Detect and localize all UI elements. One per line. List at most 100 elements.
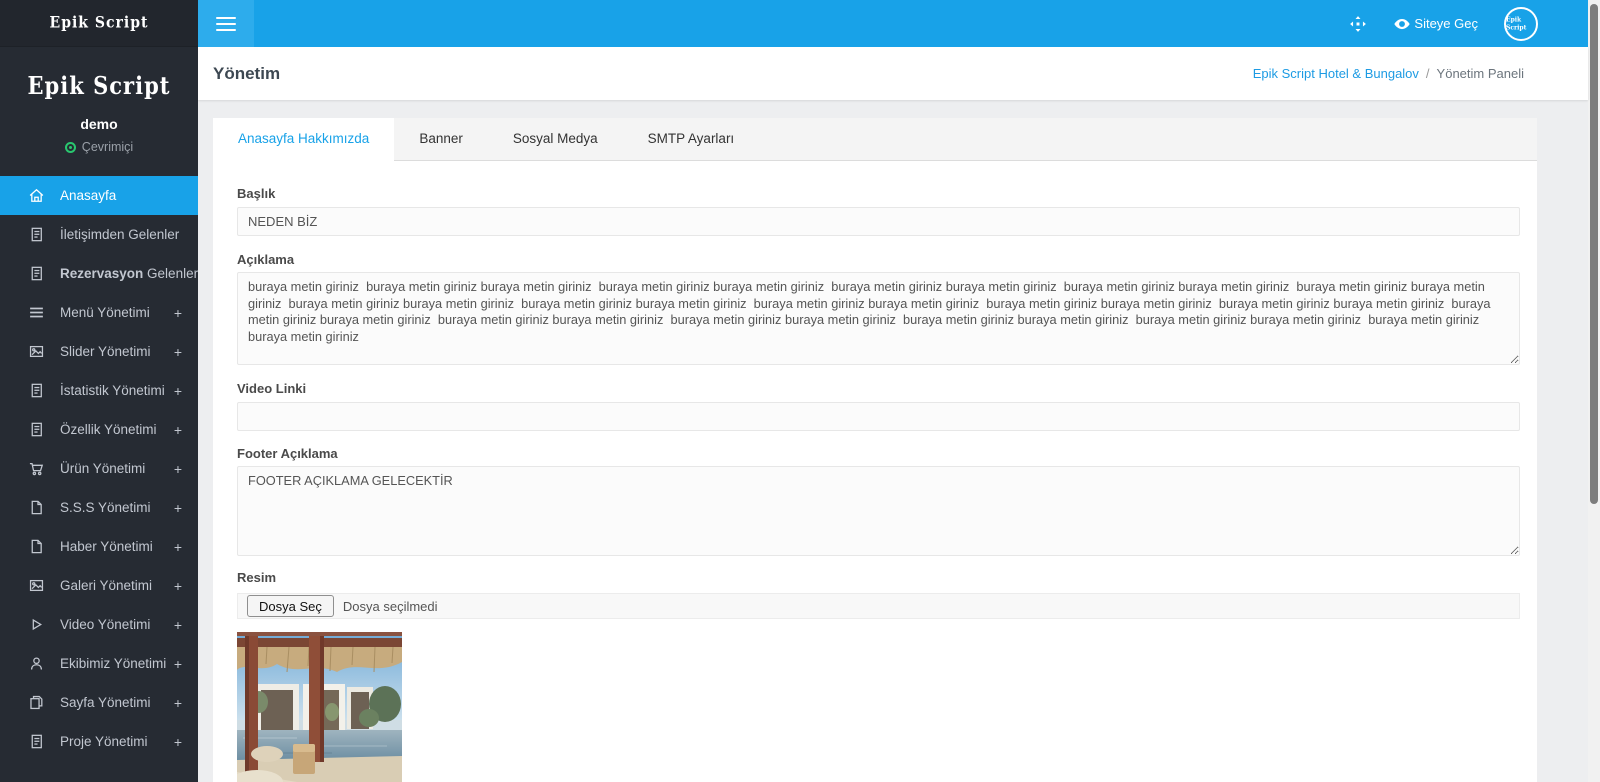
sidebar-item-label: Menü Yönetimi bbox=[60, 305, 174, 320]
expand-plus-icon[interactable]: + bbox=[174, 500, 182, 516]
breadcrumb-link[interactable]: Epik Script Hotel & Bungalov bbox=[1253, 66, 1419, 81]
fullscreen-arrows-icon[interactable] bbox=[1349, 15, 1367, 33]
tab-anasayfa-hakk-m-zda[interactable]: Anasayfa Hakkımızda bbox=[213, 118, 394, 161]
sidebar-item[interactable]: Proje Yönetimi+ bbox=[0, 722, 198, 761]
resort-pool-photo bbox=[237, 632, 402, 782]
sidebar-brand[interactable]: Epik Script bbox=[0, 0, 198, 47]
file-icon bbox=[27, 499, 45, 517]
menu-lines-icon bbox=[27, 304, 45, 322]
expand-plus-icon[interactable]: + bbox=[174, 617, 182, 633]
sidebar-item[interactable]: İletişimden Gelenler bbox=[0, 215, 198, 254]
expand-plus-icon[interactable]: + bbox=[174, 422, 182, 438]
sidebar-item[interactable]: Rezervasyon Gelenler bbox=[0, 254, 198, 293]
sidebar-item[interactable]: Anasayfa bbox=[0, 176, 198, 215]
expand-plus-icon[interactable]: + bbox=[174, 344, 182, 360]
image-field-label: Resim bbox=[237, 570, 1520, 585]
online-ring-icon bbox=[65, 142, 76, 153]
image-icon bbox=[27, 577, 45, 595]
profile-username: demo bbox=[0, 116, 198, 132]
note-icon bbox=[27, 733, 45, 751]
video-link-field-input[interactable] bbox=[237, 402, 1520, 431]
cart-icon bbox=[27, 460, 45, 478]
note-icon bbox=[27, 421, 45, 439]
expand-plus-icon[interactable]: + bbox=[174, 305, 182, 321]
eye-icon bbox=[1393, 15, 1411, 33]
brand-logo-text: Epik Script bbox=[50, 14, 149, 32]
hamburger-bars bbox=[216, 13, 236, 35]
topbar-right: Siteye Geç Epik Script bbox=[1349, 7, 1588, 41]
sidebar-item-label: Video Yönetimi bbox=[60, 617, 174, 632]
content-area: Anasayfa HakkımızdaBannerSosyal MedyaSMT… bbox=[198, 100, 1588, 782]
play-icon bbox=[27, 616, 45, 634]
file-icon bbox=[27, 538, 45, 556]
sidebar-item[interactable]: S.S.S Yönetimi+ bbox=[0, 488, 198, 527]
page-scrollbar[interactable] bbox=[1588, 0, 1600, 782]
sidebar-profile: Epik Script demo Çevrimiçi bbox=[0, 47, 198, 172]
sidebar-item[interactable]: Sayfa Yönetimi+ bbox=[0, 683, 198, 722]
tab-banner[interactable]: Banner bbox=[394, 118, 488, 161]
sidebar-item-label: Özellik Yönetimi bbox=[60, 422, 174, 437]
footer-description-field-textarea[interactable]: FOOTER AÇIKLAMA GELECEKTİR bbox=[237, 466, 1520, 556]
expand-plus-icon[interactable]: + bbox=[174, 656, 182, 672]
image-icon bbox=[27, 343, 45, 361]
description-field-label: Açıklama bbox=[237, 252, 1520, 267]
profile-logo-text: Epik Script bbox=[0, 71, 198, 100]
sidebar: Epik Script Epik Script demo Çevrimiçi A… bbox=[0, 0, 198, 782]
settings-form: Başlık Açıklama buraya metin giriniz bur… bbox=[213, 161, 1537, 782]
profile-status: Çevrimiçi bbox=[0, 140, 198, 154]
description-field-textarea[interactable]: buraya metin giriniz buraya metin girini… bbox=[237, 272, 1520, 365]
breadcrumb: Epik Script Hotel & Bungalov / Yönetim P… bbox=[1253, 66, 1524, 81]
video-link-field-label: Video Linki bbox=[237, 381, 1520, 396]
sidebar-item[interactable]: Galeri Yönetimi+ bbox=[0, 566, 198, 605]
title-field-label: Başlık bbox=[237, 186, 1520, 201]
tab-strip: Anasayfa HakkımızdaBannerSosyal MedyaSMT… bbox=[213, 118, 1537, 161]
file-input-row: Dosya Seç Dosya seçilmedi bbox=[237, 593, 1520, 619]
avatar[interactable]: Epik Script bbox=[1504, 7, 1538, 41]
topbar: Siteye Geç Epik Script bbox=[198, 0, 1588, 47]
breadcrumb-separator: / bbox=[1426, 66, 1430, 81]
pages-icon bbox=[27, 694, 45, 712]
expand-plus-icon[interactable]: + bbox=[174, 695, 182, 711]
note-icon bbox=[27, 382, 45, 400]
user-icon bbox=[27, 655, 45, 673]
sidebar-nav: Anasayfa İletişimden Gelenler Rezervasyon … bbox=[0, 176, 198, 761]
sidebar-item[interactable]: Menü Yönetimi+ bbox=[0, 293, 198, 332]
expand-plus-icon[interactable]: + bbox=[174, 461, 182, 477]
settings-card: Anasayfa HakkımızdaBannerSosyal MedyaSMT… bbox=[213, 118, 1537, 782]
footer-description-field-label: Footer Açıklama bbox=[237, 446, 1520, 461]
sidebar-item[interactable]: Video Yönetimi+ bbox=[0, 605, 198, 644]
hamburger-icon[interactable] bbox=[198, 0, 254, 47]
note-icon bbox=[27, 226, 45, 244]
sidebar-item-label: Anasayfa bbox=[60, 188, 182, 203]
tab-smtp-ayarlar-[interactable]: SMTP Ayarları bbox=[623, 118, 760, 161]
sidebar-item[interactable]: Ekibimiz Yönetimi+ bbox=[0, 644, 198, 683]
sidebar-item-label: Sayfa Yönetimi bbox=[60, 695, 174, 710]
sidebar-item-label: İletişimden Gelenler bbox=[60, 227, 182, 242]
no-file-chosen-label: Dosya seçilmedi bbox=[343, 599, 438, 614]
expand-plus-icon[interactable]: + bbox=[174, 734, 182, 750]
avatar-logo-text: Epik Script bbox=[1506, 15, 1536, 31]
note-icon bbox=[27, 265, 45, 283]
scrollbar-thumb[interactable] bbox=[1590, 4, 1598, 504]
sidebar-item[interactable]: Slider Yönetimi+ bbox=[0, 332, 198, 371]
sidebar-item-label: Slider Yönetimi bbox=[60, 344, 174, 359]
sidebar-item[interactable]: İstatistik Yönetimi+ bbox=[0, 371, 198, 410]
visit-site-button[interactable]: Siteye Geç bbox=[1393, 15, 1478, 33]
sidebar-item[interactable]: Ürün Yönetimi+ bbox=[0, 449, 198, 488]
sidebar-item-label: Rezervasyon Gelenler bbox=[60, 266, 198, 281]
tab-sosyal-medya[interactable]: Sosyal Medya bbox=[488, 118, 623, 161]
sidebar-item-label: Haber Yönetimi bbox=[60, 539, 174, 554]
breadcrumb-current: Yönetim Paneli bbox=[1437, 66, 1524, 81]
sidebar-item-label: Proje Yönetimi bbox=[60, 734, 174, 749]
expand-plus-icon[interactable]: + bbox=[174, 578, 182, 594]
visit-site-label: Siteye Geç bbox=[1414, 16, 1478, 31]
expand-plus-icon[interactable]: + bbox=[174, 539, 182, 555]
expand-plus-icon[interactable]: + bbox=[174, 383, 182, 399]
sidebar-item[interactable]: Özellik Yönetimi+ bbox=[0, 410, 198, 449]
sidebar-item-label: Ürün Yönetimi bbox=[60, 461, 174, 476]
sidebar-item[interactable]: Haber Yönetimi+ bbox=[0, 527, 198, 566]
sidebar-item-label: Galeri Yönetimi bbox=[60, 578, 174, 593]
title-field-input[interactable] bbox=[237, 207, 1520, 236]
sidebar-item-label: S.S.S Yönetimi bbox=[60, 500, 174, 515]
choose-file-button[interactable]: Dosya Seç bbox=[247, 595, 334, 617]
